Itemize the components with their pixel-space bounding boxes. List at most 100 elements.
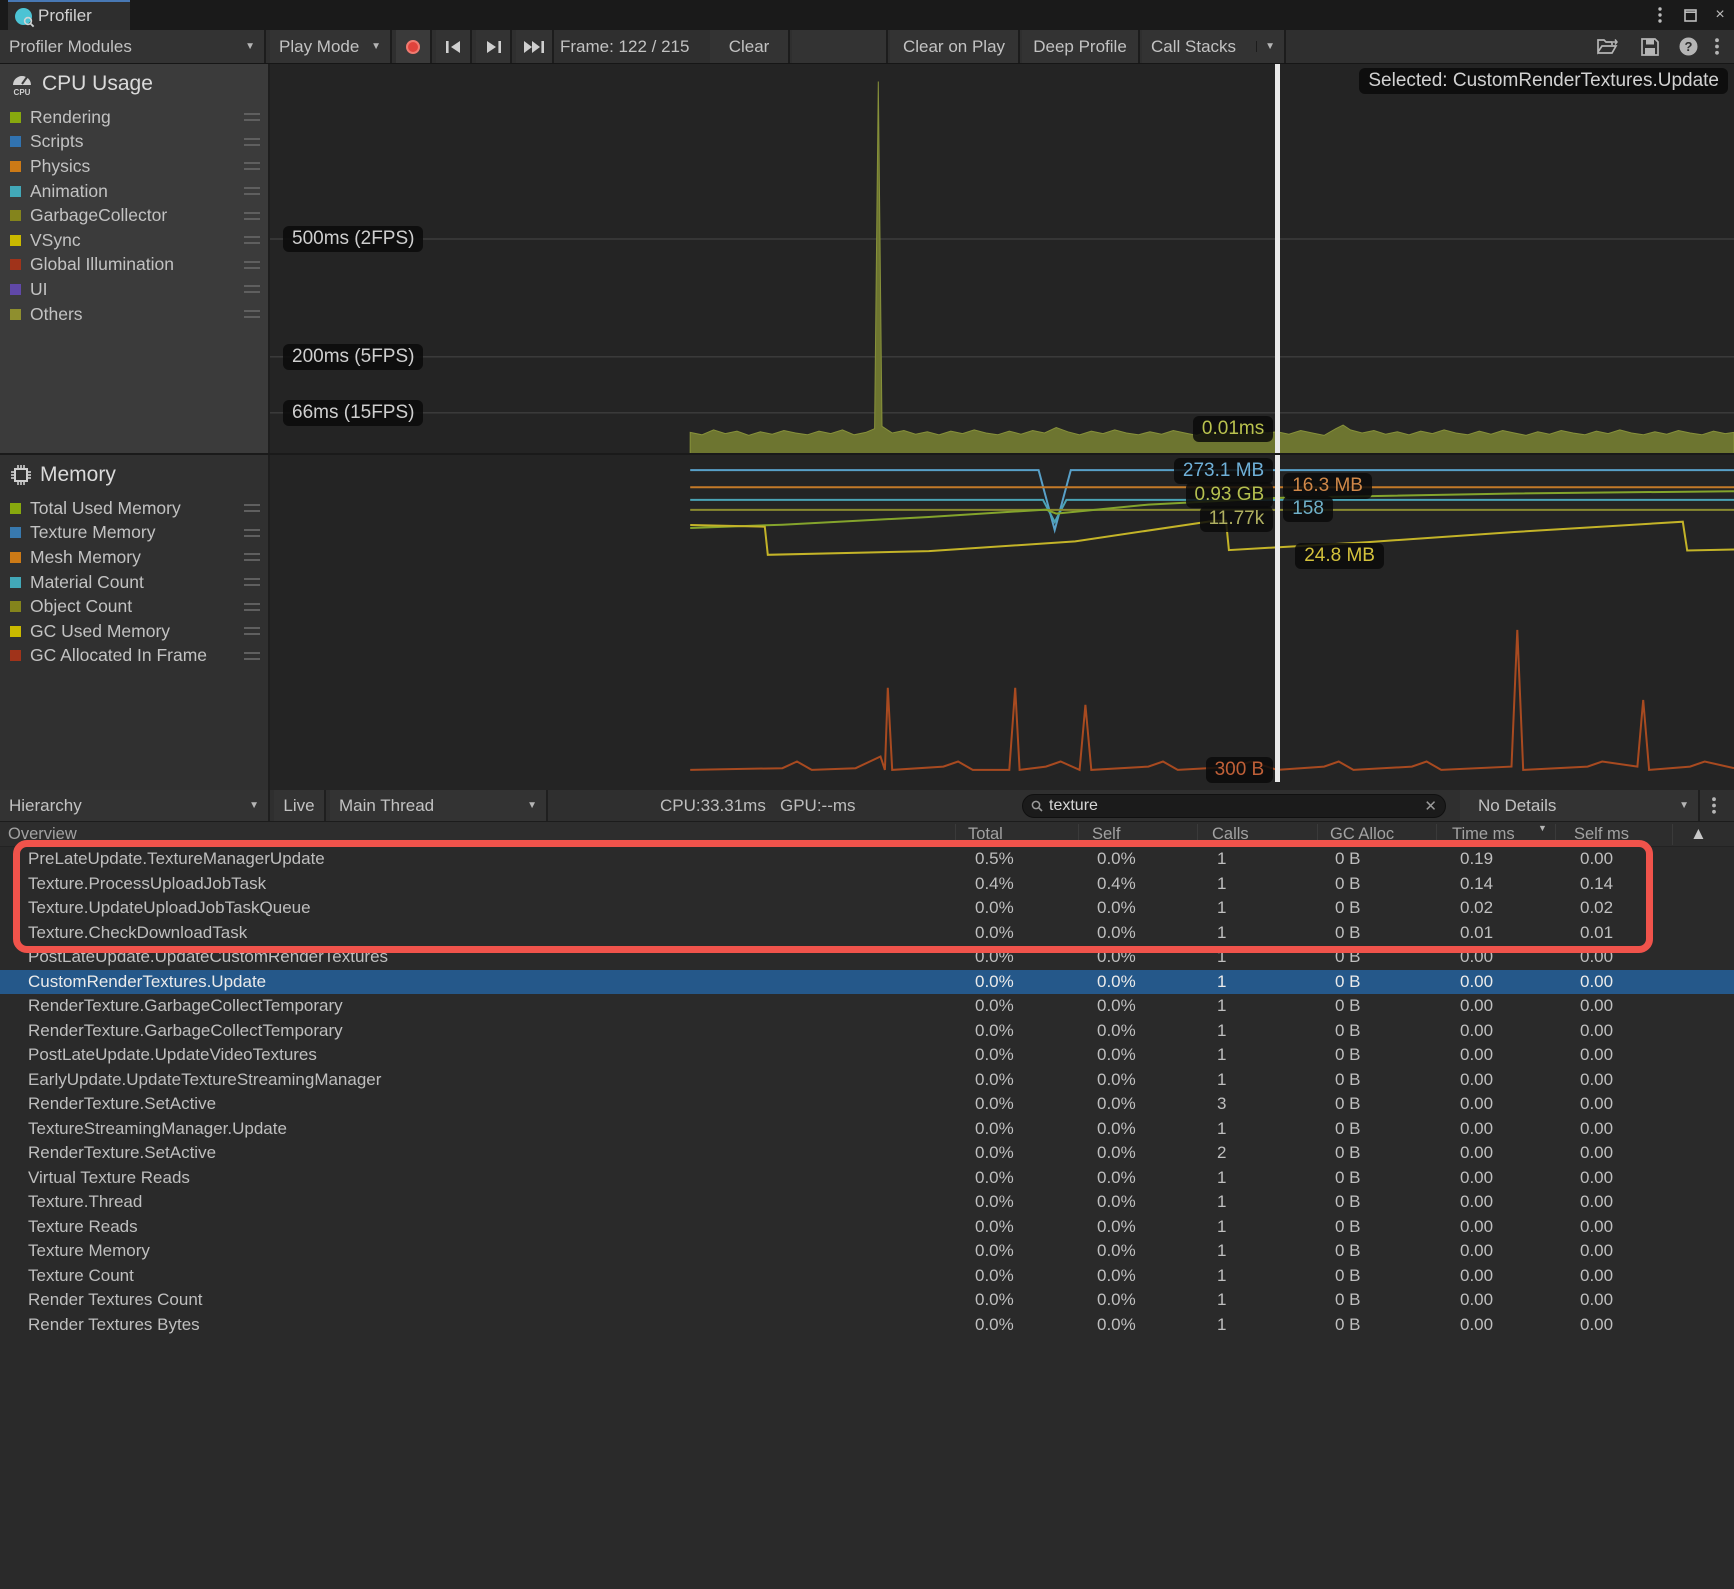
table-row[interactable]: Render Textures Count0.0%0.0%10 B0.000.0… [0, 1288, 1734, 1313]
view-mode-dropdown[interactable]: Hierarchy▼ [0, 790, 270, 821]
drag-handle-icon[interactable] [244, 113, 260, 121]
table-row[interactable]: PostLateUpdate.UpdateVideoTextures0.0%0.… [0, 1043, 1734, 1068]
legend-item[interactable]: Object Count [0, 594, 268, 619]
close-icon[interactable]: × [1710, 4, 1730, 26]
drag-handle-icon[interactable] [244, 162, 260, 170]
window-menu-icon[interactable] [1650, 4, 1670, 26]
help-button[interactable]: ? [1670, 30, 1706, 63]
drag-handle-icon[interactable] [244, 310, 260, 318]
legend-item[interactable]: Total Used Memory [0, 496, 268, 521]
table-row[interactable]: Texture Memory0.0%0.0%10 B0.000.00 [0, 1239, 1734, 1264]
drag-handle-icon[interactable] [244, 578, 260, 586]
details-dropdown[interactable]: No Details▼ [1460, 790, 1700, 821]
legend-item[interactable]: Rendering [0, 105, 268, 130]
legend-item[interactable]: Physics [0, 154, 268, 179]
maximize-icon[interactable] [1680, 4, 1700, 26]
table-row[interactable]: Texture Reads0.0%0.0%10 B0.000.00 [0, 1215, 1734, 1240]
table-row[interactable]: RenderTexture.SetActive0.0%0.0%20 B0.000… [0, 1141, 1734, 1166]
cpu-chart[interactable]: 500ms (2FPS)200ms (5FPS)66ms (15FPS)0.01… [270, 64, 1734, 453]
table-row[interactable]: Virtual Texture Reads0.0%0.0%10 B0.000.0… [0, 1166, 1734, 1191]
search-input[interactable]: texture ✕ [1022, 794, 1446, 818]
playhead[interactable] [1275, 64, 1280, 453]
drag-handle-icon[interactable] [244, 553, 260, 561]
legend-item[interactable]: Others [0, 302, 268, 327]
column-self[interactable]: Self [1092, 822, 1120, 847]
table-row-selected[interactable]: CustomRenderTextures.Update0.0%0.0%10 B0… [0, 970, 1734, 995]
drag-handle-icon[interactable] [244, 236, 260, 244]
table-row[interactable]: RenderTexture.GarbageCollectTemporary0.0… [0, 994, 1734, 1019]
table-row[interactable]: PreLateUpdate.TextureManagerUpdate0.5%0.… [0, 847, 1734, 872]
legend-item[interactable]: Material Count [0, 570, 268, 595]
column-overview[interactable]: Overview [8, 822, 77, 847]
record-button[interactable] [396, 30, 432, 63]
drag-handle-icon[interactable] [244, 187, 260, 195]
cell-value: 1 [1217, 1070, 1226, 1090]
cell-value: 0.00 [1580, 1070, 1613, 1090]
call-stacks-dropdown[interactable]: Call Stacks▼ [1142, 30, 1286, 63]
cell-value: 0 B [1335, 1119, 1361, 1139]
legend-item[interactable]: Mesh Memory [0, 545, 268, 570]
table-row[interactable]: PostLateUpdate.UpdateCustomRenderTexture… [0, 945, 1734, 970]
memory-chip-icon [10, 464, 32, 486]
current-frame-button[interactable] [516, 30, 554, 63]
cell-value: 0.00 [1460, 1168, 1493, 1188]
legend-item[interactable]: UI [0, 277, 268, 302]
legend-label: GC Allocated In Frame [30, 645, 207, 666]
legend-item[interactable]: VSync [0, 228, 268, 253]
cell-value: 0 B [1335, 1045, 1361, 1065]
column-time-ms[interactable]: Time ms [1452, 822, 1515, 847]
deep-profile-button[interactable]: Deep Profile [1022, 30, 1140, 63]
table-row[interactable]: Render Textures Bytes0.0%0.0%10 B0.000.0… [0, 1313, 1734, 1338]
drag-handle-icon[interactable] [244, 212, 260, 220]
save-profile-button[interactable] [1632, 30, 1668, 63]
collapse-pane-icon[interactable]: ▲ [1690, 824, 1707, 844]
next-frame-button[interactable] [476, 30, 512, 63]
drag-handle-icon[interactable] [244, 285, 260, 293]
table-row[interactable]: Texture.Thread0.0%0.0%10 B0.000.00 [0, 1190, 1734, 1215]
profiler-modules-dropdown[interactable]: Profiler Modules▼ [0, 30, 266, 63]
sample-name: Texture Memory [28, 1241, 150, 1261]
load-profile-button[interactable] [1590, 30, 1626, 63]
legend-item[interactable]: GC Used Memory [0, 619, 268, 644]
clear-on-play-button[interactable]: Clear on Play [890, 30, 1020, 63]
legend-item[interactable]: Texture Memory [0, 521, 268, 546]
toolbar-menu-button[interactable] [1702, 30, 1732, 63]
table-row[interactable]: Texture.UpdateUploadJobTaskQueue0.0%0.0%… [0, 896, 1734, 921]
legend-item[interactable]: GarbageCollector [0, 203, 268, 228]
cell-value: 0.0% [975, 1192, 1014, 1212]
legend-item[interactable]: Animation [0, 179, 268, 204]
table-row[interactable]: Texture.CheckDownloadTask0.0%0.0%10 B0.0… [0, 921, 1734, 946]
hierarchy-menu-button[interactable] [1712, 790, 1716, 821]
play-mode-dropdown[interactable]: Play Mode▼ [270, 30, 392, 63]
thread-dropdown[interactable]: Main Thread▼ [330, 790, 548, 821]
column-total[interactable]: Total [968, 822, 1003, 847]
drag-handle-icon[interactable] [244, 261, 260, 269]
table-row[interactable]: RenderTexture.SetActive0.0%0.0%30 B0.000… [0, 1092, 1734, 1117]
column-self-ms[interactable]: Self ms [1574, 822, 1629, 847]
legend-item[interactable]: Global Illumination [0, 253, 268, 278]
clear-button[interactable]: Clear [710, 30, 790, 63]
table-row[interactable]: Texture.ProcessUploadJobTask0.4%0.4%10 B… [0, 872, 1734, 897]
legend-item[interactable]: Scripts [0, 130, 268, 155]
previous-frame-button[interactable] [436, 30, 472, 63]
profiler-tab[interactable]: Profiler [8, 0, 130, 30]
column-gc-alloc[interactable]: GC Alloc [1330, 822, 1394, 847]
cell-value: 0.00 [1460, 1119, 1493, 1139]
legend-item[interactable]: GC Allocated In Frame [0, 644, 268, 669]
drag-handle-icon[interactable] [244, 627, 260, 635]
drag-handle-icon[interactable] [244, 603, 260, 611]
table-row[interactable]: TextureStreamingManager.Update0.0%0.0%10… [0, 1117, 1734, 1142]
drag-handle-icon[interactable] [244, 529, 260, 537]
drag-handle-icon[interactable] [244, 504, 260, 512]
cell-value: 0 B [1335, 972, 1361, 992]
drag-handle-icon[interactable] [244, 138, 260, 146]
drag-handle-icon[interactable] [244, 652, 260, 660]
playhead[interactable] [1275, 455, 1280, 782]
table-row[interactable]: RenderTexture.GarbageCollectTemporary0.0… [0, 1019, 1734, 1044]
table-row[interactable]: EarlyUpdate.UpdateTextureStreamingManage… [0, 1068, 1734, 1093]
live-button[interactable]: Live [274, 790, 326, 821]
clear-search-icon[interactable]: ✕ [1424, 797, 1437, 815]
table-row[interactable]: Texture Count0.0%0.0%10 B0.000.00 [0, 1264, 1734, 1289]
memory-chart[interactable]: 273.1 MB0.93 GB11.77k16.3 MB15824.8 MB30… [270, 455, 1734, 790]
column-calls[interactable]: Calls [1212, 822, 1249, 847]
